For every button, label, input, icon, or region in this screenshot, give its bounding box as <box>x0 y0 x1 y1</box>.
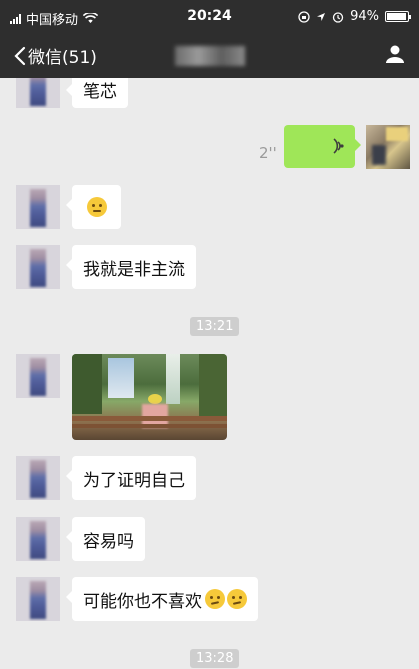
message-text: 笔芯 <box>83 81 117 102</box>
image-message[interactable] <box>72 354 227 440</box>
thinking-face-icon <box>227 589 247 609</box>
back-label: 微信(51) <box>28 48 97 68</box>
location-icon <box>317 12 326 21</box>
avatar[interactable] <box>16 78 60 108</box>
avatar[interactable] <box>16 245 60 289</box>
timestamp: 13:28 <box>190 649 240 668</box>
battery-percent: 94% <box>350 9 379 24</box>
message-bubble[interactable]: 我就是非主流 <box>66 245 196 289</box>
back-button[interactable]: 微信(51) <box>14 43 97 68</box>
message-text: 容易吗 <box>83 531 134 552</box>
thinking-face-icon <box>205 589 225 609</box>
voice-message-bubble[interactable] <box>284 125 361 168</box>
message-text: 为了证明自己 <box>83 470 185 491</box>
my-avatar[interactable] <box>366 125 410 169</box>
alarm-icon <box>332 11 344 23</box>
nav-bar: 微信(51) <box>0 34 419 78</box>
message-bubble[interactable]: 可能你也不喜欢 <box>66 577 258 621</box>
voice-duration: 2'' <box>259 144 277 162</box>
message-bubble[interactable]: 容易吗 <box>66 517 145 561</box>
message-text: 可能你也不喜欢 <box>83 591 202 612</box>
person-icon <box>386 45 404 63</box>
chat-area[interactable]: 笔芯 2'' 我就是非主流 13:21 为了证明自己 容易吗 可能你也不喜欢 1… <box>0 78 419 669</box>
avatar[interactable] <box>16 185 60 229</box>
battery-icon <box>385 11 411 22</box>
voice-wave-icon <box>333 138 344 154</box>
profile-button[interactable] <box>385 44 405 68</box>
message-bubble[interactable]: 笔芯 <box>66 78 128 108</box>
timestamp: 13:21 <box>190 317 240 336</box>
message-text: 我就是非主流 <box>83 259 185 280</box>
flushed-face-icon <box>86 197 107 217</box>
avatar[interactable] <box>16 456 60 500</box>
avatar[interactable] <box>16 577 60 621</box>
chevron-left-icon <box>14 46 26 65</box>
message-bubble[interactable] <box>66 185 121 229</box>
avatar[interactable] <box>16 517 60 561</box>
message-bubble[interactable]: 为了证明自己 <box>66 456 196 500</box>
status-bar: 中国移动 20:24 94% <box>0 0 419 34</box>
avatar[interactable] <box>16 354 60 398</box>
chat-title-pixelated <box>175 46 245 66</box>
orientation-lock-icon <box>298 10 310 23</box>
